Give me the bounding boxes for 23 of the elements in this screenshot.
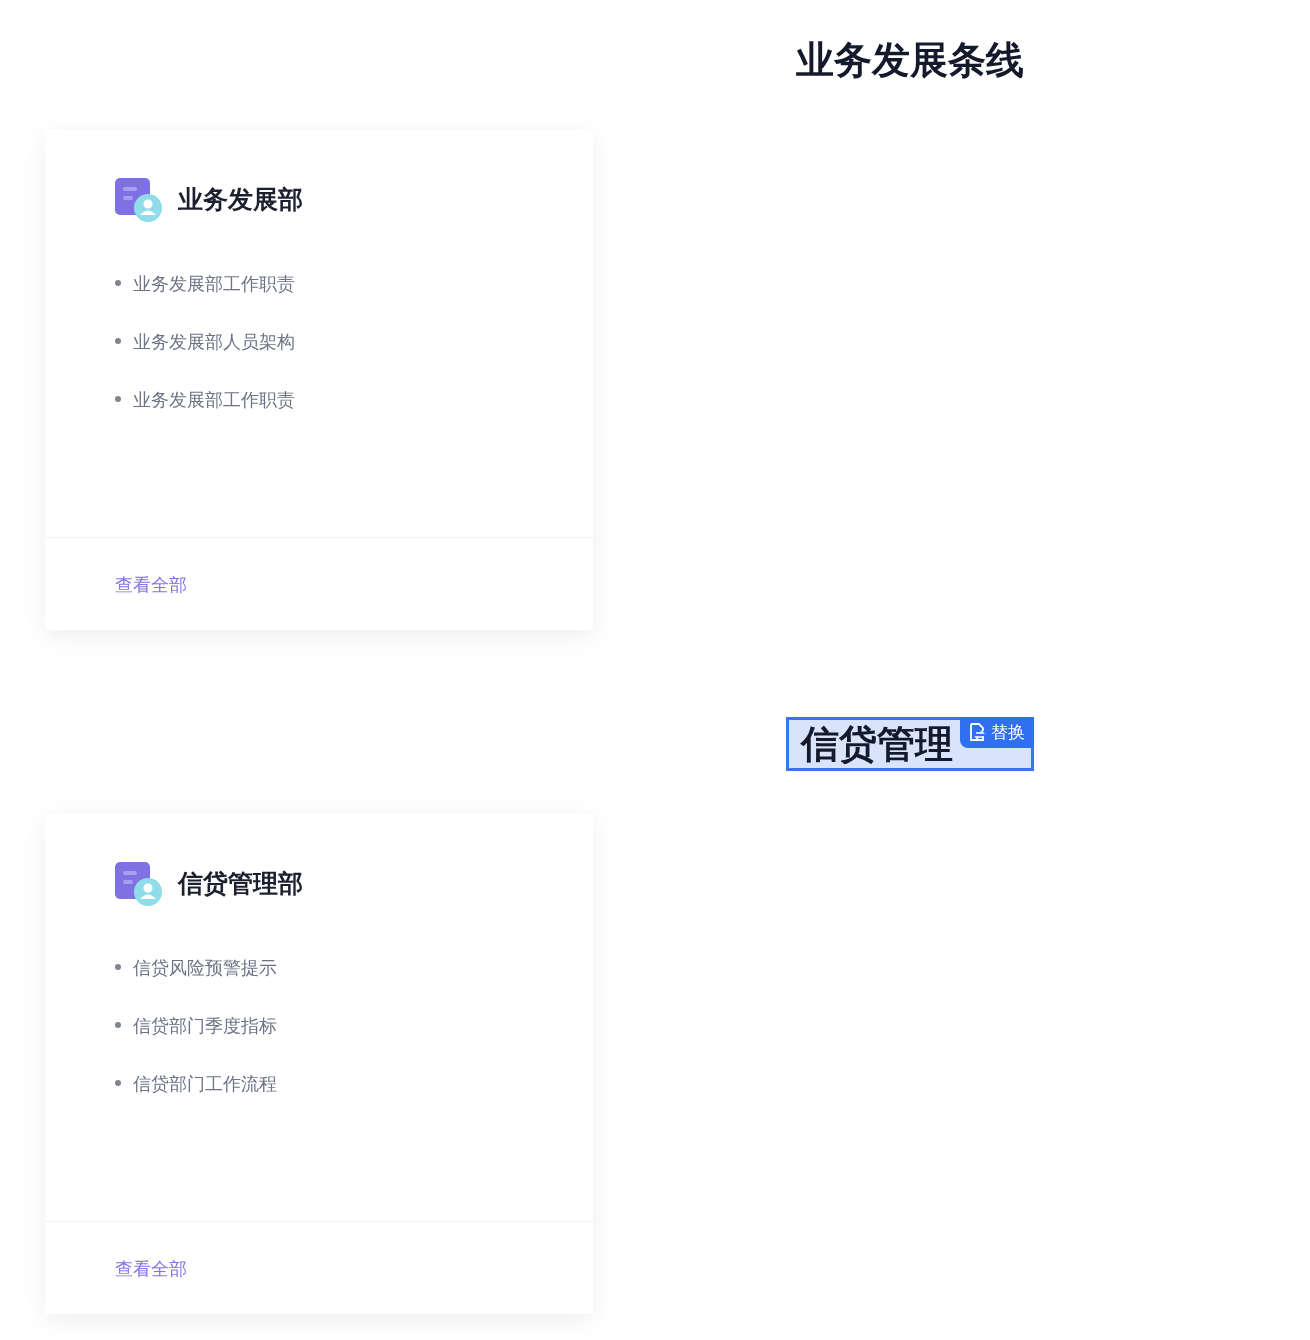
bullet-dot bbox=[115, 280, 121, 286]
heading-text: 信贷管理 bbox=[801, 722, 953, 766]
list-item: 业务发展部工作职责 bbox=[133, 271, 295, 296]
bullet-dot bbox=[115, 396, 121, 402]
list-item: 信贷风险预警提示 bbox=[133, 955, 277, 980]
bullet-dot bbox=[115, 1022, 121, 1028]
list-item: 业务发展部工作职责 bbox=[133, 387, 295, 412]
bullet-dot bbox=[115, 1080, 121, 1086]
selected-heading[interactable]: 信贷管理 替换 bbox=[786, 717, 1034, 771]
view-all-link[interactable]: 查看全部 bbox=[115, 570, 187, 598]
card-title: 业务发展部 bbox=[178, 184, 303, 217]
document-user-icon bbox=[115, 862, 162, 906]
view-all-link[interactable]: 查看全部 bbox=[115, 1254, 187, 1282]
file-swap-icon bbox=[969, 723, 985, 742]
card-title: 信贷管理部 bbox=[178, 868, 303, 901]
section-heading: 业务发展条线 bbox=[796, 40, 1024, 82]
list-item: 业务发展部人员架构 bbox=[133, 329, 295, 354]
bullet-dot bbox=[115, 338, 121, 344]
document-user-icon bbox=[115, 178, 162, 222]
list-item: 信贷部门季度指标 bbox=[133, 1013, 277, 1038]
bullet-dot bbox=[115, 964, 121, 970]
list-item: 信贷部门工作流程 bbox=[133, 1071, 277, 1096]
replace-button[interactable]: 替换 bbox=[960, 717, 1034, 748]
